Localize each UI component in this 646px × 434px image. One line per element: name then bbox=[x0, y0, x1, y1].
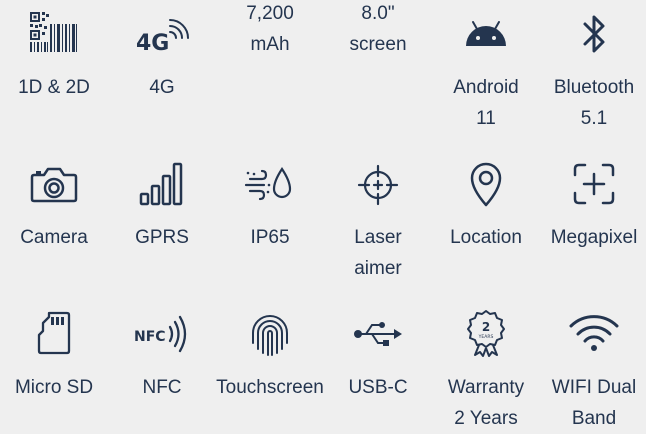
feature-4g: 4G 4G bbox=[108, 0, 216, 140]
feature-1d-2d: 1D & 2D bbox=[0, 0, 108, 140]
feature-label: 1D & 2D bbox=[18, 77, 90, 98]
camera-icon bbox=[29, 162, 79, 206]
feature-label: GPRS bbox=[135, 227, 189, 248]
feature-android: Android 11 bbox=[432, 0, 540, 140]
feature-screen: 8.0" screen bbox=[324, 0, 432, 140]
usb-icon bbox=[351, 316, 405, 352]
feature-label: 7,200 mAh bbox=[246, 3, 294, 55]
feature-nfc: NFC NFC bbox=[108, 300, 216, 434]
feature-camera: Camera bbox=[0, 150, 108, 290]
feature-label: Micro SD bbox=[14, 377, 94, 398]
feature-label: Touchscreen bbox=[216, 377, 324, 398]
wifi-icon bbox=[568, 312, 620, 354]
feature-ip65: IP65 bbox=[216, 150, 324, 290]
feature-label: Android 11 bbox=[453, 77, 519, 129]
warranty-icon-number: 2 bbox=[482, 320, 490, 334]
feature-label: IP65 bbox=[250, 227, 290, 248]
sd-card-icon bbox=[34, 310, 74, 356]
feature-warranty: 2 YEARS Warranty 2 Years bbox=[432, 300, 540, 434]
warranty-icon-caption: YEARS bbox=[478, 334, 494, 340]
feature-usb-c: USB-C bbox=[324, 300, 432, 434]
feature-label: 4G bbox=[149, 77, 175, 98]
feature-grid: 1D & 2D 4G 4G 7,200 mAh 8.0" screen Andr… bbox=[0, 0, 646, 434]
feature-label: 8.0" screen bbox=[349, 3, 407, 55]
nfc-icon: NFC bbox=[134, 312, 190, 356]
4g-icon-text: 4G bbox=[136, 31, 169, 54]
feature-laser-aimer: Laser aimer bbox=[324, 150, 432, 290]
feature-label: Warranty 2 Years bbox=[447, 377, 525, 429]
feature-wifi: WIFI Dual Band bbox=[540, 300, 646, 434]
nfc-icon-text: NFC bbox=[134, 329, 166, 345]
feature-bluetooth: Bluetooth 5.1 bbox=[540, 0, 646, 140]
warranty-badge-icon: 2 YEARS bbox=[466, 308, 506, 358]
feature-gprs: GPRS bbox=[108, 150, 216, 290]
feature-label: Bluetooth 5.1 bbox=[553, 77, 635, 129]
feature-location: Location bbox=[432, 150, 540, 290]
signal-bars-icon bbox=[137, 160, 187, 208]
water-dust-icon bbox=[242, 164, 298, 204]
feature-label: Camera bbox=[20, 227, 88, 248]
barcode-qrcode-icon bbox=[29, 12, 79, 52]
feature-touchscreen: Touchscreen bbox=[216, 300, 324, 434]
bluetooth-icon bbox=[579, 12, 609, 56]
location-pin-icon bbox=[466, 160, 506, 208]
focus-frame-icon bbox=[570, 160, 618, 208]
feature-label: NFC bbox=[142, 377, 182, 398]
feature-micro-sd: Micro SD bbox=[0, 300, 108, 434]
fingerprint-icon bbox=[246, 308, 294, 358]
feature-battery: 7,200 mAh bbox=[216, 0, 324, 140]
crosshair-icon bbox=[355, 162, 401, 208]
feature-label: Laser aimer bbox=[354, 227, 402, 279]
4g-signal-icon: 4G bbox=[134, 14, 190, 54]
feature-megapixel: Megapixel bbox=[540, 150, 646, 290]
android-icon bbox=[464, 16, 508, 50]
feature-label: WIFI Dual Band bbox=[551, 377, 637, 429]
feature-label: Location bbox=[450, 227, 522, 248]
feature-label: Megapixel bbox=[550, 227, 638, 248]
feature-label: USB-C bbox=[348, 377, 408, 398]
